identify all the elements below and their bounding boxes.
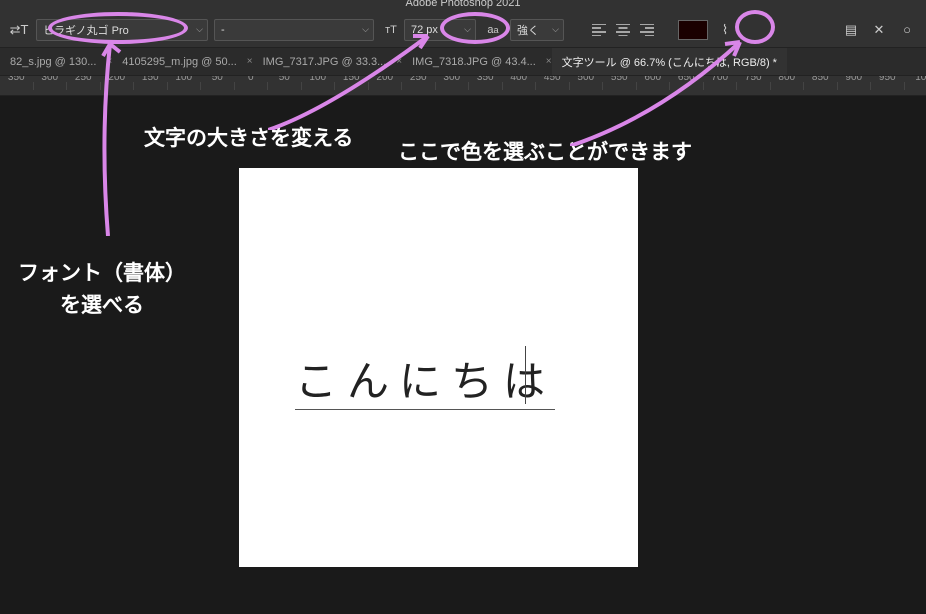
ruler-tick: 650 bbox=[670, 82, 704, 90]
ruler-tick: 0 bbox=[235, 82, 269, 90]
ruler-tick: 850 bbox=[804, 82, 838, 90]
ruler-tick: 200 bbox=[369, 82, 403, 90]
text-orientation-icon[interactable]: ⇄T bbox=[8, 19, 30, 41]
doc-tab-3[interactable]: IMG_7318.JPG @ 43.4... bbox=[402, 48, 546, 75]
tab-label: IMG_7318.JPG @ 43.4... bbox=[412, 56, 536, 68]
warp-text-icon[interactable]: ⌇ bbox=[714, 19, 736, 41]
align-center-button[interactable] bbox=[612, 20, 634, 40]
tab-label: 82_s.jpg @ 130... bbox=[10, 56, 96, 68]
ruler-tick: 900 bbox=[838, 82, 872, 90]
ruler-tick: 200 bbox=[101, 82, 135, 90]
ruler-tick: 400 bbox=[503, 82, 537, 90]
align-group bbox=[588, 20, 658, 40]
ruler-tick: 350 bbox=[469, 82, 503, 90]
aa-value: 強く bbox=[517, 22, 539, 38]
ruler-tick: 350 bbox=[0, 82, 34, 90]
doc-tab-4[interactable]: 文字ツール @ 66.7% (こんにちは, RGB/8) * bbox=[552, 48, 787, 75]
ruler-tick: 300 bbox=[34, 82, 68, 90]
text-cursor bbox=[525, 346, 526, 404]
ruler-tick: 450 bbox=[536, 82, 570, 90]
ruler-tick: 500 bbox=[570, 82, 604, 90]
ruler-tick: 550 bbox=[603, 82, 637, 90]
font-style-select[interactable]: - bbox=[214, 19, 374, 41]
aa-icon: aa bbox=[482, 19, 504, 41]
ruler-tick: 100 bbox=[302, 82, 336, 90]
doc-tab-1[interactable]: 4105295_m.jpg @ 50... bbox=[112, 48, 247, 75]
ruler-tick: 50 bbox=[201, 82, 235, 90]
ruler-tick: 150 bbox=[134, 82, 168, 90]
app-title-bar: Adobe Photoshop 2021 bbox=[0, 0, 926, 12]
panel-icon[interactable]: ▤ bbox=[840, 19, 862, 41]
antialias-select[interactable]: 強く bbox=[510, 19, 564, 41]
ruler-tick: 250 bbox=[67, 82, 101, 90]
font-family-select[interactable]: ヒラギノ丸ゴ Pro bbox=[36, 19, 208, 41]
tab-label: 4105295_m.jpg @ 50... bbox=[122, 56, 237, 68]
font-size-icon: тT bbox=[380, 19, 402, 41]
document-canvas[interactable]: こんにちは bbox=[239, 168, 638, 567]
font-style-value: - bbox=[221, 24, 225, 36]
align-left-button[interactable] bbox=[588, 20, 610, 40]
doc-tab-0[interactable]: 82_s.jpg @ 130... bbox=[0, 48, 106, 75]
ruler-tick: 600 bbox=[637, 82, 671, 90]
ruler-tick: 50 bbox=[268, 82, 302, 90]
ruler-tick: 100 bbox=[168, 82, 202, 90]
ruler-tick: 150 bbox=[335, 82, 369, 90]
font-size-value: 72 px bbox=[411, 24, 438, 36]
align-right-button[interactable] bbox=[636, 20, 658, 40]
app-title: Adobe Photoshop 2021 bbox=[406, 0, 521, 9]
ruler-tick: 750 bbox=[737, 82, 771, 90]
doc-tab-2[interactable]: IMG_7317.JPG @ 33.3... bbox=[253, 48, 397, 75]
text-layer-content[interactable]: こんにちは bbox=[295, 348, 555, 410]
horizontal-ruler: 3503002502001501005005010015020025030035… bbox=[0, 76, 926, 96]
text-color-swatch[interactable] bbox=[678, 20, 708, 40]
commit-icon[interactable]: ○ bbox=[896, 19, 918, 41]
font-size-select[interactable]: 72 px bbox=[404, 19, 476, 41]
tab-label: IMG_7317.JPG @ 33.3... bbox=[263, 56, 387, 68]
canvas-area: こんにちは bbox=[0, 96, 926, 614]
font-family-value: ヒラギノ丸ゴ Pro bbox=[43, 22, 129, 38]
ruler-tick: 250 bbox=[402, 82, 436, 90]
document-tabs: 82_s.jpg @ 130... × 4105295_m.jpg @ 50..… bbox=[0, 48, 926, 76]
cancel-icon[interactable]: ✕ bbox=[868, 19, 890, 41]
ruler-tick: 800 bbox=[771, 82, 805, 90]
type-options-bar: ⇄T ヒラギノ丸ゴ Pro - тT 72 px aa 強く ⌇ ▤ ✕ ○ bbox=[0, 12, 926, 48]
ruler-tick: 10 bbox=[905, 82, 926, 90]
ruler-tick: 300 bbox=[436, 82, 470, 90]
ruler-tick: 950 bbox=[871, 82, 905, 90]
ruler-tick: 700 bbox=[704, 82, 738, 90]
tab-label: 文字ツール @ 66.7% (こんにちは, RGB/8) * bbox=[562, 54, 777, 70]
